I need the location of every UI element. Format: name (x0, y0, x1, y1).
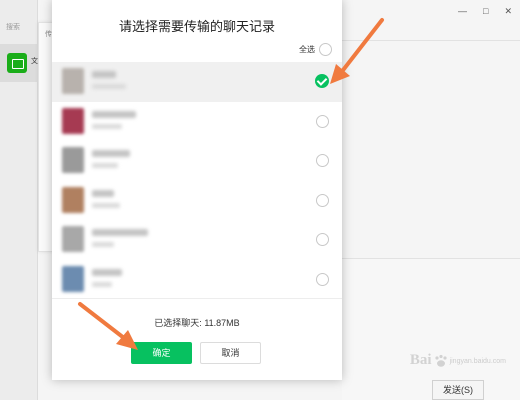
chat-detail-blurred (92, 84, 126, 89)
migration-panel-label: 传 (45, 31, 52, 38)
chat-detail-blurred (92, 242, 114, 247)
chat-name-blurred (92, 189, 114, 197)
chat-checkbox[interactable] (316, 272, 329, 286)
status-prefix: 已选择聊天: (154, 318, 202, 328)
chat-name-blurred (92, 268, 122, 276)
chat-name-blurred (92, 229, 148, 236)
avatar (62, 68, 84, 94)
chat-row[interactable] (52, 62, 342, 102)
search-input[interactable]: 搜索 (0, 18, 38, 36)
select-all-label: 全选 (299, 45, 315, 54)
paw-icon (434, 354, 447, 367)
chat-detail-blurred (92, 281, 112, 287)
close-icon[interactable]: ✕ (504, 6, 512, 17)
chat-checkbox[interactable] (316, 154, 329, 167)
send-button[interactable]: 发送(S) (432, 380, 484, 400)
watermark-sub: jingyan.baidu.com (449, 358, 506, 365)
chat-name-blurred (92, 110, 136, 118)
chat-detail-blurred (92, 163, 118, 168)
chat-name-blurred (92, 150, 130, 157)
avatar (62, 186, 84, 213)
avatar (62, 226, 84, 252)
baidu-watermark: Bai jingyan.baidu.com (410, 352, 506, 369)
chat-row[interactable] (52, 141, 342, 181)
avatar (62, 265, 84, 292)
file-transfer-label: 文 (31, 58, 38, 65)
chat-detail-blurred (92, 202, 120, 208)
chat-list (52, 62, 342, 299)
arrow-to-confirm-icon (78, 302, 138, 350)
maximize-icon[interactable]: □ (483, 6, 488, 17)
chat-checkbox[interactable] (316, 233, 329, 246)
avatar (62, 147, 84, 173)
file-transfer-item[interactable]: 文 (0, 44, 38, 82)
cancel-button[interactable]: 取消 (200, 342, 261, 364)
watermark-text: Bai (409, 352, 432, 368)
chat-checkbox[interactable] (316, 193, 329, 207)
avatar (62, 107, 84, 134)
status-value: 11.87MB (204, 318, 240, 328)
chat-detail-blurred (92, 123, 122, 129)
session-list-panel: 搜索 文 (0, 0, 38, 400)
dialog-title: 请选择需要传输的聊天记录 (118, 19, 275, 34)
arrow-to-checkbox-icon (330, 18, 384, 84)
chat-row[interactable] (52, 102, 342, 142)
chat-row[interactable] (52, 220, 342, 260)
chat-row[interactable] (52, 181, 342, 221)
message-input-area[interactable] (342, 258, 520, 400)
folder-icon (7, 53, 27, 73)
chat-checkbox[interactable] (316, 114, 329, 128)
window-controls: — □ ✕ (458, 6, 512, 17)
chat-name-blurred (92, 71, 116, 78)
minimize-icon[interactable]: — (458, 6, 467, 17)
chat-row[interactable] (52, 260, 342, 300)
